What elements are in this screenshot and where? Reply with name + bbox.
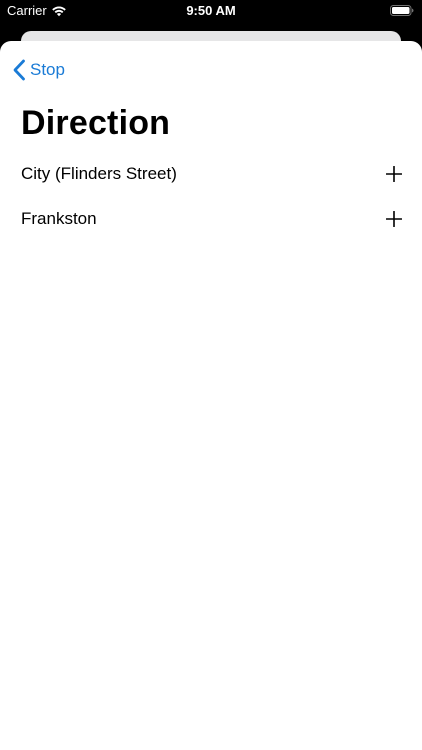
direction-row-frankston[interactable]: Frankston — [0, 196, 422, 241]
plus-icon — [386, 210, 402, 227]
battery-icon — [390, 5, 414, 16]
direction-sheet: Stop Direction City (Flinders Street) Fr… — [0, 41, 422, 750]
chevron-left-icon — [13, 59, 25, 81]
back-button[interactable]: Stop — [12, 58, 65, 82]
app-screen: Carrier 9:50 AM Stop Direction City (Fli… — [0, 0, 422, 750]
direction-label: City (Flinders Street) — [21, 163, 177, 183]
direction-list: City (Flinders Street) Frankston — [0, 151, 422, 241]
back-button-label: Stop — [30, 60, 65, 79]
direction-row-city[interactable]: City (Flinders Street) — [0, 151, 422, 196]
status-bar: Carrier 9:50 AM — [0, 0, 422, 24]
direction-label: Frankston — [21, 208, 97, 228]
page-title: Direction — [21, 104, 171, 142]
add-city-button[interactable] — [386, 165, 402, 182]
add-frankston-button[interactable] — [386, 210, 402, 227]
status-time: 9:50 AM — [186, 3, 236, 18]
plus-icon — [386, 165, 402, 182]
